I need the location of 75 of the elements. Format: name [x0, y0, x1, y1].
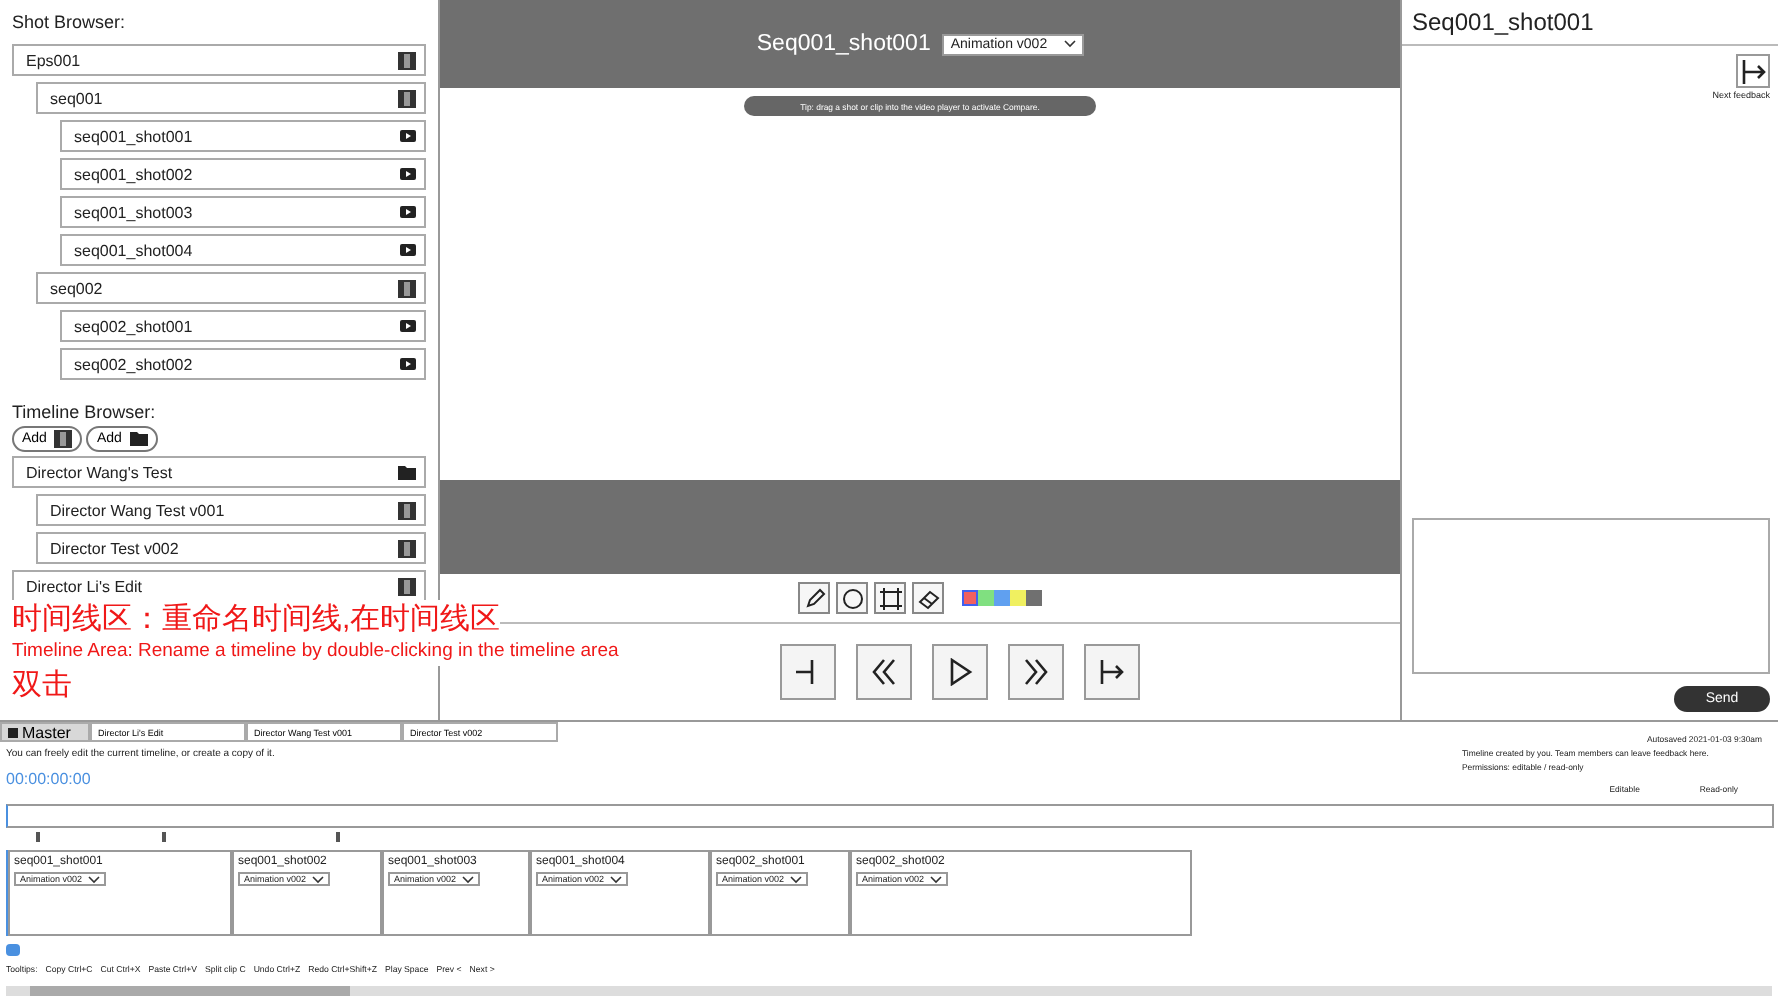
tree-item[interactable]: seq002 — [36, 272, 426, 304]
film-icon — [54, 430, 73, 448]
transport-button[interactable] — [1008, 644, 1064, 700]
tree-item[interactable]: Director Wang's Test — [12, 456, 426, 488]
tool-button[interactable] — [874, 582, 906, 614]
transport-button[interactable] — [856, 644, 912, 700]
film-icon — [398, 89, 416, 107]
play-icon — [400, 168, 416, 180]
color-swatch[interactable] — [1026, 590, 1042, 606]
play-icon — [400, 244, 416, 256]
film-icon — [398, 279, 416, 297]
color-swatch[interactable] — [994, 590, 1010, 606]
marker-icon[interactable] — [36, 832, 40, 842]
play-icon — [400, 320, 416, 332]
annotation-text: 时间线区：重命名时间线,在时间线区 — [12, 600, 501, 638]
chevron-down-icon — [610, 875, 623, 883]
marker-icon[interactable] — [336, 832, 340, 842]
folder-icon — [129, 432, 148, 446]
skip-end-icon — [1098, 658, 1126, 686]
tree-item[interactable]: seq002_shot001 — [60, 310, 426, 342]
film-icon — [398, 539, 416, 557]
chevron-down-icon — [1063, 40, 1076, 48]
chevron-down-icon — [88, 875, 101, 883]
play-icon — [946, 658, 974, 686]
transport-button[interactable] — [932, 644, 988, 700]
tool-button[interactable] — [836, 582, 868, 614]
play-icon — [400, 358, 416, 370]
tool-button[interactable] — [798, 582, 830, 614]
film-icon — [398, 577, 416, 595]
eraser-icon — [917, 587, 939, 609]
tool-button[interactable] — [912, 582, 944, 614]
comment-field[interactable] — [1412, 518, 1770, 674]
scrollbar-thumb[interactable] — [30, 986, 350, 996]
shot-title: Seq001_shot001 — [756, 32, 931, 56]
play-icon — [400, 206, 416, 218]
fast-forward-icon — [1022, 658, 1050, 686]
rewind-icon — [870, 658, 898, 686]
tree-item[interactable]: Director Test v002 — [36, 532, 426, 564]
annotation-text: 双击 — [12, 666, 72, 704]
tree-item[interactable]: seq001_shot001 — [60, 120, 426, 152]
timecode: 00:00:00:00 — [4, 768, 93, 792]
color-swatch[interactable] — [962, 590, 978, 606]
chevron-down-icon — [790, 875, 803, 883]
transport-button[interactable] — [1084, 644, 1140, 700]
chevron-down-icon — [462, 875, 475, 883]
annotation-text: Timeline Area: Rename a timeline by double-clicking in the timeline area — [12, 638, 619, 666]
color-swatch[interactable] — [1010, 590, 1026, 606]
transport-button[interactable] — [780, 644, 836, 700]
chevron-down-icon — [312, 875, 325, 883]
marker-icon[interactable] — [162, 832, 166, 842]
color-swatch[interactable] — [978, 590, 994, 606]
crop-icon — [879, 587, 901, 609]
chevron-down-icon — [930, 875, 943, 883]
tree-item[interactable]: Director Wang Test v001 — [36, 494, 426, 526]
timeline-tab[interactable]: Master — [0, 722, 90, 742]
section-title: Timeline Browser: — [12, 402, 158, 422]
film-icon — [398, 501, 416, 519]
circle-icon — [841, 587, 863, 609]
film-icon — [398, 51, 416, 69]
tree-item[interactable]: seq001_shot003 — [60, 196, 426, 228]
playhead-handle[interactable] — [6, 944, 20, 956]
tree-item[interactable]: seq001 — [36, 82, 426, 114]
tree-item[interactable]: seq001_shot004 — [60, 234, 426, 266]
time-ruler[interactable] — [6, 804, 1774, 828]
tree-item[interactable]: seq001_shot002 — [60, 158, 426, 190]
square-icon — [8, 727, 18, 737]
section-title: Shot Browser: — [12, 12, 128, 32]
tree-item[interactable]: seq002_shot002 — [60, 348, 426, 380]
folder-icon — [398, 465, 416, 479]
play-icon — [400, 130, 416, 142]
feedback-title: Seq001_shot001 — [1402, 0, 1778, 46]
next-feedback-button[interactable] — [1736, 54, 1770, 88]
tree-item[interactable]: Eps001 — [12, 44, 426, 76]
pencil-icon — [803, 587, 825, 609]
skip-end-icon — [1739, 57, 1767, 85]
